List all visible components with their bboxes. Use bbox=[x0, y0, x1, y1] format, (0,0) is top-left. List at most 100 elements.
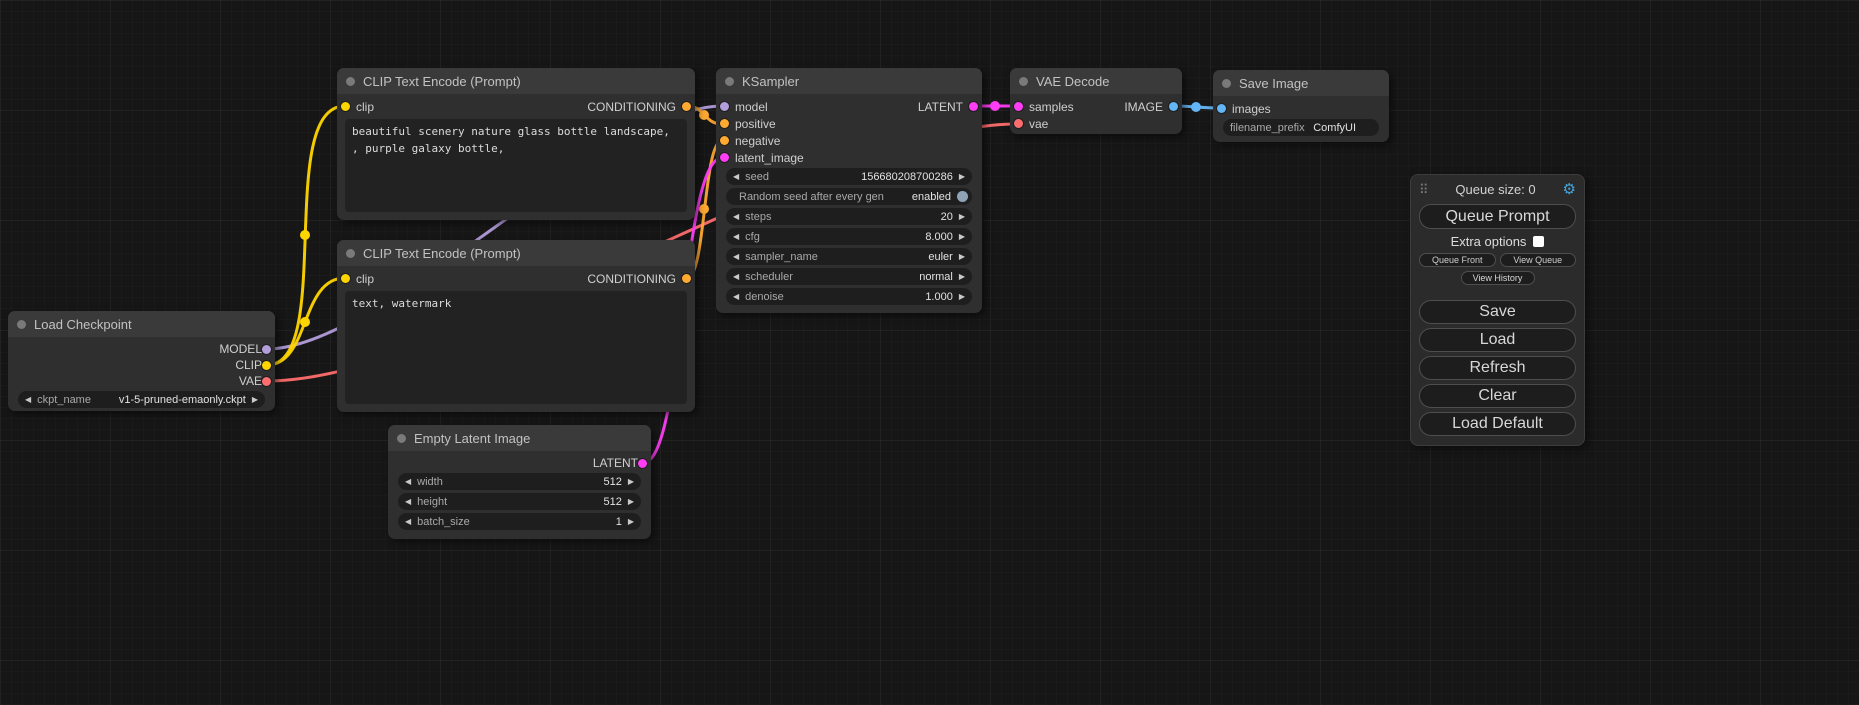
positive-prompt-textarea[interactable]: beautiful scenery nature glass bottle la… bbox=[345, 119, 687, 212]
node-title-bar[interactable]: CLIP Text Encode (Prompt) bbox=[337, 240, 695, 266]
output-dot-conditioning[interactable] bbox=[682, 274, 691, 283]
load-default-button[interactable]: Load Default bbox=[1419, 412, 1576, 436]
decrement-arrow-icon[interactable]: ◀ bbox=[733, 273, 739, 281]
input-dot-latent-image[interactable] bbox=[720, 153, 729, 162]
decrement-arrow-icon[interactable]: ◀ bbox=[25, 396, 31, 404]
view-history-button[interactable]: View History bbox=[1461, 271, 1535, 285]
queue-front-button[interactable]: Queue Front bbox=[1419, 253, 1496, 267]
output-dot-model[interactable] bbox=[262, 345, 271, 354]
extra-options-checkbox[interactable] bbox=[1533, 236, 1544, 247]
collapse-toggle-icon[interactable] bbox=[17, 320, 26, 329]
refresh-button[interactable]: Refresh bbox=[1419, 356, 1576, 380]
input-slot-vae[interactable]: vae bbox=[1014, 118, 1048, 130]
decrement-arrow-icon[interactable]: ◀ bbox=[405, 518, 411, 526]
output-dot-conditioning[interactable] bbox=[682, 102, 691, 111]
node-title-bar[interactable]: Empty Latent Image bbox=[388, 425, 651, 451]
collapse-toggle-icon[interactable] bbox=[397, 434, 406, 443]
output-slot-latent[interactable]: LATENT bbox=[918, 101, 978, 113]
widget-random-seed[interactable]: Random seed after every gen enabled bbox=[726, 188, 972, 205]
node-ksampler[interactable]: KSampler model LATENT positive bbox=[716, 68, 982, 313]
node-graph-canvas[interactable]: Load Checkpoint MODEL CLIP VAE ◀ ckpt_na… bbox=[0, 0, 1859, 705]
output-dot-latent[interactable] bbox=[638, 459, 647, 468]
input-dot-images[interactable] bbox=[1217, 104, 1226, 113]
view-queue-button[interactable]: View Queue bbox=[1500, 253, 1577, 267]
output-slot-latent[interactable]: LATENT bbox=[388, 455, 651, 471]
input-dot-vae[interactable] bbox=[1014, 119, 1023, 128]
collapse-toggle-icon[interactable] bbox=[1222, 79, 1231, 88]
node-clip-text-encode-positive[interactable]: CLIP Text Encode (Prompt) clip CONDITION… bbox=[337, 68, 695, 220]
collapse-toggle-icon[interactable] bbox=[346, 249, 355, 258]
settings-gear-icon[interactable]: ⚙ bbox=[1563, 182, 1576, 197]
node-empty-latent-image[interactable]: Empty Latent Image LATENT ◀ width 512 ▶ … bbox=[388, 425, 651, 539]
load-button[interactable]: Load bbox=[1419, 328, 1576, 352]
output-dot-vae[interactable] bbox=[262, 377, 271, 386]
input-dot-model[interactable] bbox=[720, 102, 729, 111]
node-title-bar[interactable]: KSampler bbox=[716, 68, 982, 94]
node-title-bar[interactable]: VAE Decode bbox=[1010, 68, 1182, 94]
widget-ckpt-name[interactable]: ◀ ckpt_name v1-5-pruned-emaonly.ckpt ▶ bbox=[18, 391, 265, 408]
widget-seed[interactable]: ◀ seed 156680208700286 ▶ bbox=[726, 168, 972, 185]
widget-sampler-name[interactable]: ◀ sampler_name euler ▶ bbox=[726, 248, 972, 265]
widget-batch-size[interactable]: ◀ batch_size 1 ▶ bbox=[398, 513, 641, 530]
input-slot-positive[interactable]: positive bbox=[720, 118, 776, 130]
input-dot-clip[interactable] bbox=[341, 102, 350, 111]
decrement-arrow-icon[interactable]: ◀ bbox=[405, 478, 411, 486]
input-slot-model[interactable]: model bbox=[720, 101, 768, 113]
increment-arrow-icon[interactable]: ▶ bbox=[959, 173, 965, 181]
increment-arrow-icon[interactable]: ▶ bbox=[628, 518, 634, 526]
collapse-toggle-icon[interactable] bbox=[1019, 77, 1028, 86]
increment-arrow-icon[interactable]: ▶ bbox=[959, 253, 965, 261]
output-slot-conditioning[interactable]: CONDITIONING bbox=[587, 101, 691, 113]
decrement-arrow-icon[interactable]: ◀ bbox=[733, 253, 739, 261]
node-clip-text-encode-negative[interactable]: CLIP Text Encode (Prompt) clip CONDITION… bbox=[337, 240, 695, 412]
save-button[interactable]: Save bbox=[1419, 300, 1576, 324]
increment-arrow-icon[interactable]: ▶ bbox=[628, 478, 634, 486]
output-dot-image[interactable] bbox=[1169, 102, 1178, 111]
increment-arrow-icon[interactable]: ▶ bbox=[252, 396, 258, 404]
widget-cfg[interactable]: ◀ cfg 8.000 ▶ bbox=[726, 228, 972, 245]
increment-arrow-icon[interactable]: ▶ bbox=[959, 233, 965, 241]
collapse-toggle-icon[interactable] bbox=[725, 77, 734, 86]
input-dot-samples[interactable] bbox=[1014, 102, 1023, 111]
node-title-bar[interactable]: Save Image bbox=[1213, 70, 1389, 96]
widget-steps[interactable]: ◀ steps 20 ▶ bbox=[726, 208, 972, 225]
decrement-arrow-icon[interactable]: ◀ bbox=[733, 173, 739, 181]
input-slot-clip[interactable]: clip bbox=[341, 273, 374, 285]
increment-arrow-icon[interactable]: ▶ bbox=[959, 273, 965, 281]
input-slot-latent-image[interactable]: latent_image bbox=[720, 152, 804, 164]
node-title-bar[interactable]: Load Checkpoint bbox=[8, 311, 275, 337]
negative-prompt-textarea[interactable]: text, watermark bbox=[345, 291, 687, 404]
queue-prompt-button[interactable]: Queue Prompt bbox=[1419, 204, 1576, 229]
increment-arrow-icon[interactable]: ▶ bbox=[959, 213, 965, 221]
clear-button[interactable]: Clear bbox=[1419, 384, 1576, 408]
decrement-arrow-icon[interactable]: ◀ bbox=[733, 233, 739, 241]
toggle-knob-icon[interactable] bbox=[957, 191, 968, 202]
decrement-arrow-icon[interactable]: ◀ bbox=[733, 293, 739, 301]
node-save-image[interactable]: Save Image images filename_prefix ComfyU… bbox=[1213, 70, 1389, 142]
widget-denoise[interactable]: ◀ denoise 1.000 ▶ bbox=[726, 288, 972, 305]
input-slot-samples[interactable]: samples bbox=[1014, 101, 1074, 113]
input-dot-positive[interactable] bbox=[720, 119, 729, 128]
node-load-checkpoint[interactable]: Load Checkpoint MODEL CLIP VAE ◀ ckpt_na… bbox=[8, 311, 275, 411]
input-dot-clip[interactable] bbox=[341, 274, 350, 283]
output-dot-clip[interactable] bbox=[262, 361, 271, 370]
output-slot-clip[interactable]: CLIP bbox=[8, 357, 275, 373]
node-title-bar[interactable]: CLIP Text Encode (Prompt) bbox=[337, 68, 695, 94]
increment-arrow-icon[interactable]: ▶ bbox=[628, 498, 634, 506]
decrement-arrow-icon[interactable]: ◀ bbox=[405, 498, 411, 506]
increment-arrow-icon[interactable]: ▶ bbox=[959, 293, 965, 301]
output-slot-vae[interactable]: VAE bbox=[8, 373, 275, 389]
collapse-toggle-icon[interactable] bbox=[346, 77, 355, 86]
widget-width[interactable]: ◀ width 512 ▶ bbox=[398, 473, 641, 490]
widget-filename-prefix[interactable]: filename_prefix ComfyUI bbox=[1223, 119, 1379, 136]
input-slot-images[interactable]: images bbox=[1217, 103, 1271, 115]
input-slot-clip[interactable]: clip bbox=[341, 101, 374, 113]
input-dot-negative[interactable] bbox=[720, 136, 729, 145]
widget-scheduler[interactable]: ◀ scheduler normal ▶ bbox=[726, 268, 972, 285]
widget-height[interactable]: ◀ height 512 ▶ bbox=[398, 493, 641, 510]
output-slot-conditioning[interactable]: CONDITIONING bbox=[587, 273, 691, 285]
drag-handle-icon[interactable]: ⠿ bbox=[1419, 183, 1429, 196]
input-slot-negative[interactable]: negative bbox=[720, 135, 780, 147]
output-slot-model[interactable]: MODEL bbox=[8, 341, 275, 357]
output-slot-image[interactable]: IMAGE bbox=[1124, 101, 1178, 113]
